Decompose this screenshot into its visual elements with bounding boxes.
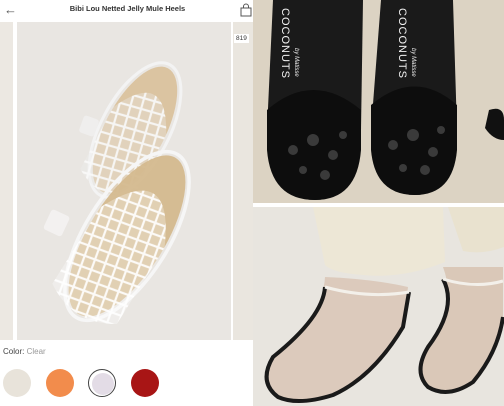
swatch-nude-fill	[3, 369, 31, 397]
photo-black-mesh-mules: COCONUTS by Matisse COCONUTS by Matisse	[253, 0, 504, 203]
color-value: Clear	[26, 347, 46, 356]
photo-sheer-mesh-flats	[253, 207, 504, 406]
insole-brand-right-text: COCONUTS	[396, 8, 408, 79]
shopping-bag-icon[interactable]	[240, 3, 252, 17]
next-image-peek[interactable]	[233, 22, 253, 340]
product-image[interactable]	[17, 22, 231, 340]
swatch-clear-selected[interactable]	[88, 369, 116, 397]
swatch-red[interactable]	[131, 369, 159, 397]
swatch-clear-fill	[92, 373, 114, 395]
swatch-orange-fill	[46, 369, 74, 397]
image-counter-badge: 819	[234, 34, 249, 43]
swatch-red-fill	[131, 369, 159, 397]
color-selector-label: Color: Clear	[3, 347, 46, 356]
jelly-mule-illustration	[43, 61, 191, 324]
product-page: ← Bibi Lou Netted Jelly Mule Heels 819 C…	[0, 0, 253, 406]
insole-brand-left-text: COCONUTS	[279, 8, 291, 79]
insole-brand-right-sub: by Matisse	[410, 48, 416, 77]
product-title: Bibi Lou Netted Jelly Mule Heels	[69, 4, 186, 13]
mesh-flats-illustration	[253, 207, 504, 406]
swatch-orange[interactable]	[46, 369, 74, 397]
previous-image-peek[interactable]	[0, 22, 13, 340]
back-arrow-icon[interactable]: ←	[4, 2, 17, 17]
insole-brand-left-sub: by Matisse	[293, 48, 299, 77]
swatch-nude[interactable]	[3, 369, 31, 397]
color-label: Color:	[3, 347, 25, 356]
insole-brand-left: COCONUTS	[279, 8, 291, 79]
header-bar: ← Bibi Lou Netted Jelly Mule Heels	[0, 0, 253, 20]
insole-brand-right: COCONUTS	[396, 8, 408, 79]
